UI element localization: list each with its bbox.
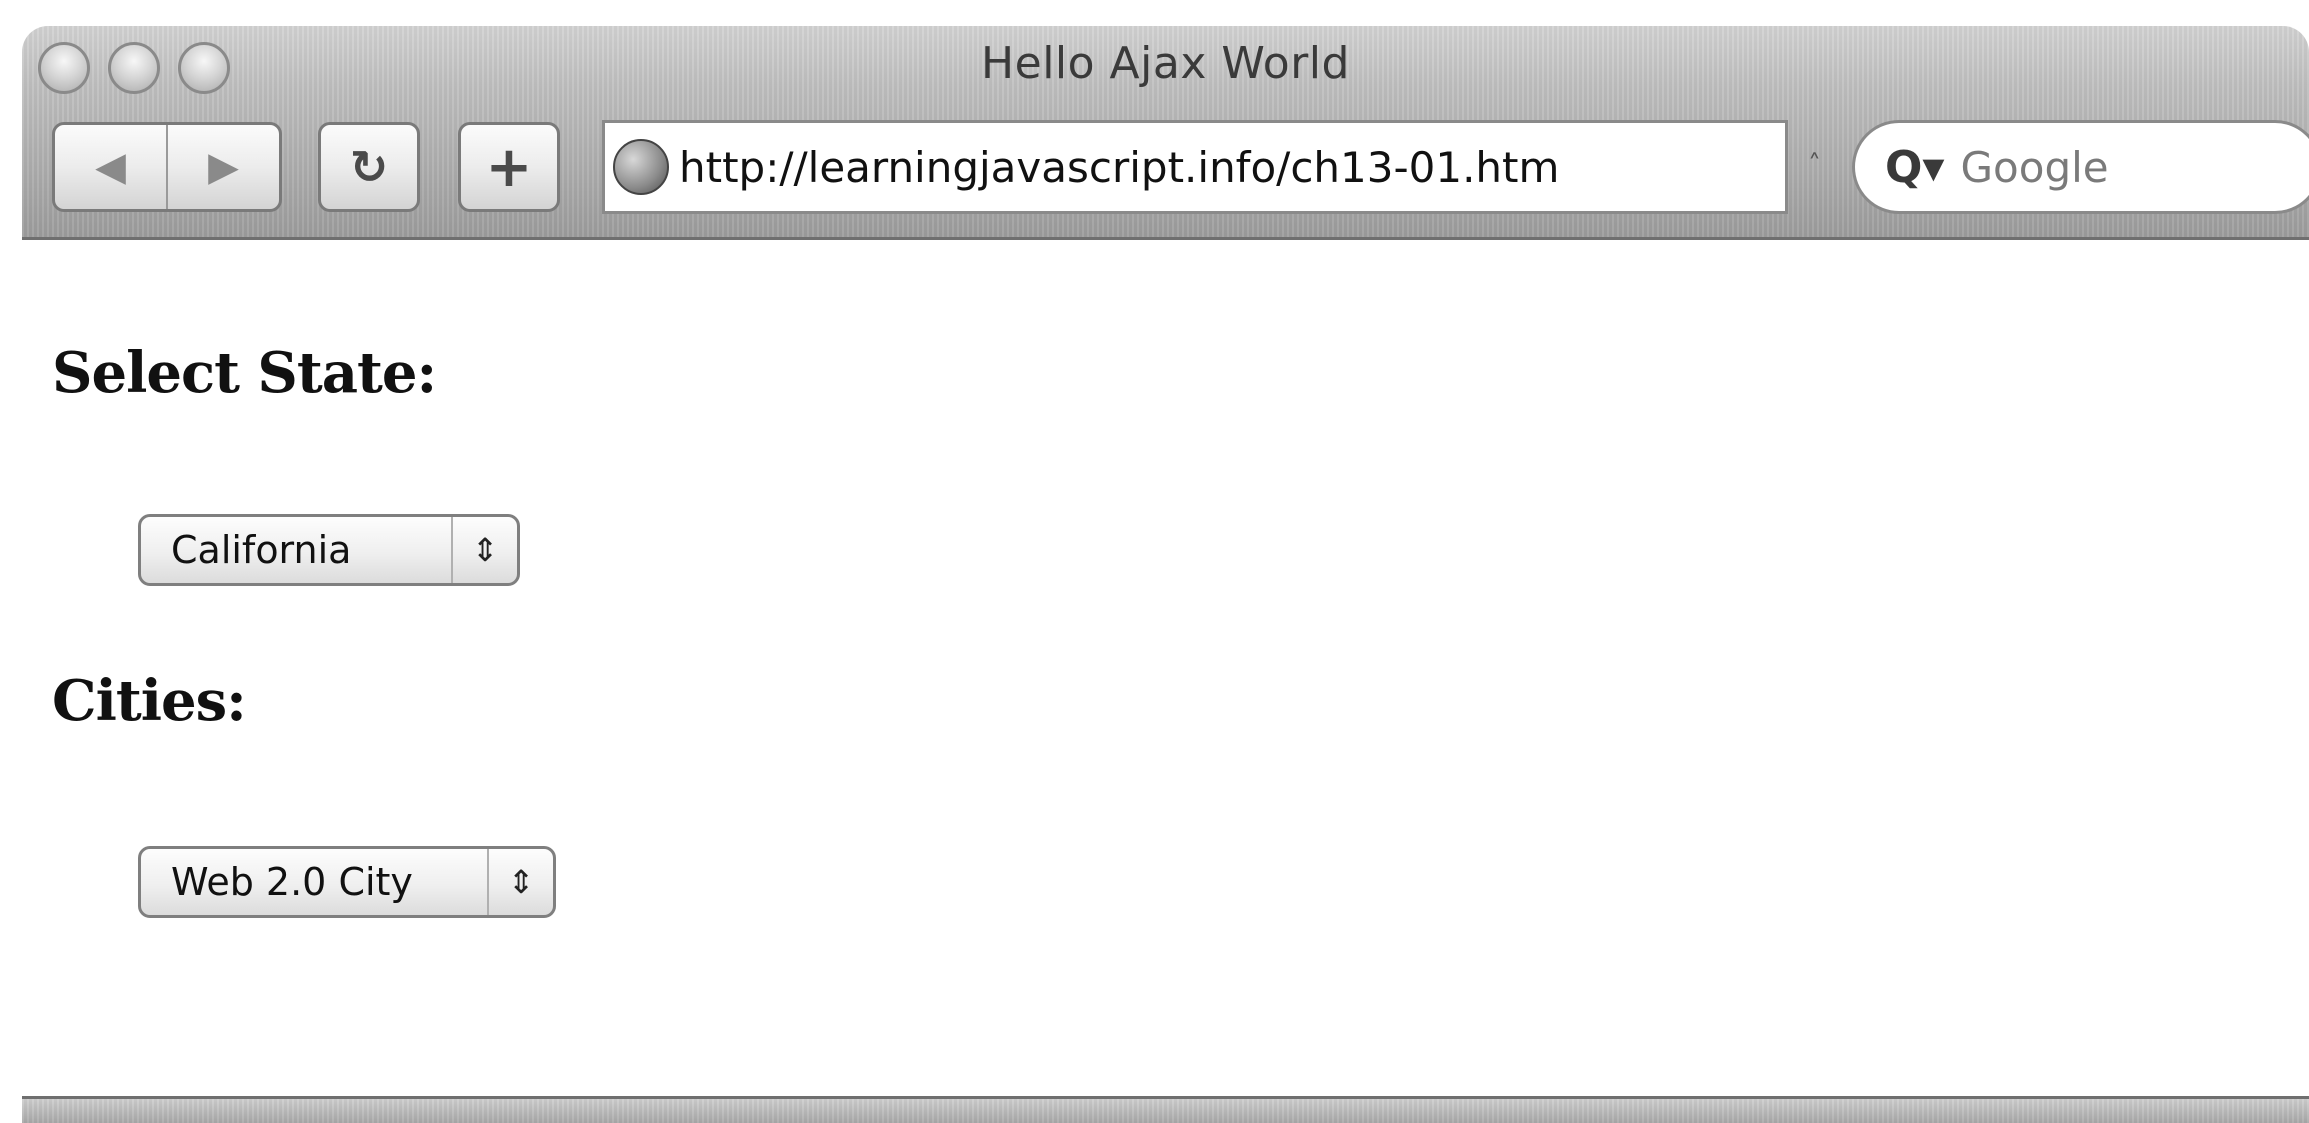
reload-button[interactable]: ↻	[318, 122, 420, 212]
select-arrows-icon: ⇕	[487, 849, 553, 915]
select-state-heading: Select State:	[52, 340, 437, 406]
back-button[interactable]: ◀	[55, 125, 168, 209]
address-url[interactable]: http://learningjavascript.info/ch13-01.h…	[679, 143, 1559, 192]
forward-arrow-icon: ▶	[208, 144, 239, 190]
globe-icon	[613, 139, 669, 195]
cities-select-value: Web 2.0 City	[171, 860, 413, 904]
state-select[interactable]: California ⇕	[138, 514, 520, 586]
browser-toolbar: Hello Ajax World ◀ ▶ ↻ + http://learning…	[22, 26, 2309, 240]
search-icon[interactable]: Q▾	[1885, 142, 1945, 193]
cities-select[interactable]: Web 2.0 City ⇕	[138, 846, 556, 918]
search-field[interactable]: Q▾ Google	[1852, 120, 2309, 214]
add-bookmark-button[interactable]: +	[458, 122, 560, 212]
forward-button[interactable]: ▶	[168, 125, 279, 209]
page-content: Select State: California ⇕ Cities: Web 2…	[22, 240, 2309, 1096]
snapback-icon[interactable]: ˄	[1808, 150, 1821, 180]
status-bar	[22, 1096, 2309, 1123]
cities-heading: Cities:	[52, 668, 247, 734]
reload-icon: ↻	[349, 140, 389, 194]
back-arrow-icon: ◀	[95, 144, 126, 190]
select-arrows-icon: ⇕	[451, 517, 517, 583]
back-forward-buttons: ◀ ▶	[52, 122, 282, 212]
address-bar[interactable]: http://learningjavascript.info/ch13-01.h…	[602, 120, 1788, 214]
window-title: Hello Ajax World	[981, 38, 1350, 89]
state-select-value: California	[171, 528, 352, 572]
plus-icon: +	[485, 134, 533, 200]
browser-window: Hello Ajax World ◀ ▶ ↻ + http://learning…	[22, 26, 2309, 1123]
search-placeholder: Google	[1960, 142, 2109, 192]
